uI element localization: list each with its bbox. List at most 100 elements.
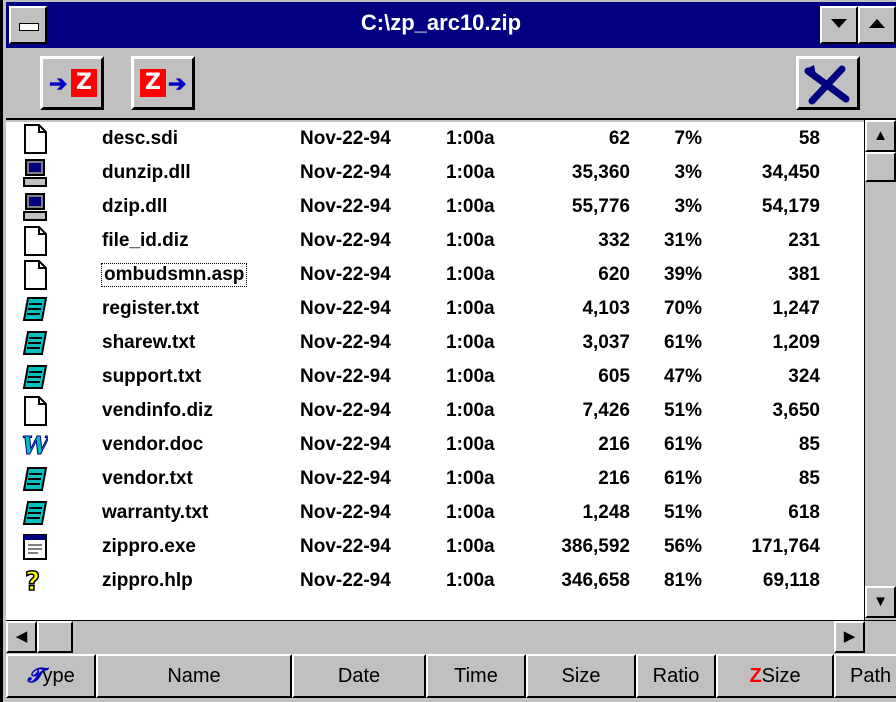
computer-icon [22,158,48,188]
title-bar[interactable]: C:\zp_arc10.zip [6,2,896,48]
cell-ratio: 39% [663,264,702,285]
table-row[interactable]: ? zippro.hlp Nov-22-94 1:00a 346,658 81% 69,11… [6,564,866,598]
extract-from-zip-button[interactable]: Z ➔ [131,56,195,110]
cell-time: 1:00a [446,264,495,285]
cell-date: Nov-22-94 [300,196,391,217]
cell-size: 55,776 [571,196,630,217]
column-zsize[interactable]: ZSize [716,654,834,698]
column-size[interactable]: Size [526,654,636,698]
table-row[interactable]: vendinfo.diz Nov-22-94 1:00a 7,426 51% 3,650 [6,394,866,428]
cell-ratio: 47% [663,366,702,387]
cell-date: Nov-22-94 [300,468,391,489]
table-row[interactable]: register.txt Nov-22-94 1:00a 4,103 70% 1,247 [6,292,866,326]
cell-name: zippro.hlp [102,570,193,591]
cell-time: 1:00a [446,468,495,489]
h-scroll-thumb[interactable] [37,621,73,653]
notepad-icon [22,294,48,324]
notepad-icon [22,464,48,494]
cell-date: Nov-22-94 [300,230,391,251]
arrow-up-icon[interactable]: ▲ [865,120,896,152]
cell-zsize: 85 [798,434,820,455]
svg-text:W: W [22,431,48,460]
cell-date: Nov-22-94 [300,298,391,319]
cell-time: 1:00a [446,434,495,455]
table-row[interactable]: ombudsmn.asp Nov-22-94 1:00a 620 39% 381 [6,258,866,292]
cell-name: sharew.txt [102,332,196,353]
cell-name: dunzip.dll [102,162,191,183]
zip-icon: Z [71,69,97,97]
cell-zsize: 381 [788,264,820,285]
type-icon: 𝓣 [27,665,43,687]
cell-time: 1:00a [446,536,495,557]
arrow-left-icon[interactable]: ◀ [6,621,37,653]
cell-size: 4,103 [582,298,630,319]
cell-size: 216 [598,468,630,489]
table-row[interactable]: zippro.exe Nov-22-94 1:00a 386,592 56% 171,76… [6,530,866,564]
svg-text:?: ? [25,567,40,596]
table-row[interactable]: Wvendor.doc Nov-22-94 1:00a 216 61% 85 [6,428,866,462]
cell-size: 62 [608,128,630,149]
column-path[interactable]: Path [834,654,896,698]
table-row[interactable]: dzip.dll Nov-22-94 1:00a 55,776 3% 54,179 [6,190,866,224]
minus-bar-icon [19,23,39,31]
cell-date: Nov-22-94 [300,434,391,455]
cell-zsize: 1,209 [772,332,820,353]
vertical-scrollbar[interactable]: ▲ ▼ [864,120,896,620]
arrow-right-icon[interactable]: ▶ [834,621,865,653]
cell-date: Nov-22-94 [300,162,391,183]
column-date[interactable]: Date [292,654,426,698]
cell-date: Nov-22-94 [300,570,391,591]
table-row[interactable]: dunzip.dll Nov-22-94 1:00a 35,360 3% 34,450 [6,156,866,190]
window-title: C:\zp_arc10.zip [360,10,522,35]
table-row[interactable]: file_id.diz Nov-22-94 1:00a 332 31% 231 [6,224,866,258]
cell-time: 1:00a [446,128,495,149]
cancel-button[interactable] [796,56,860,110]
add-to-zip-button[interactable]: ➔ Z [40,56,104,110]
cell-size: 7,426 [582,400,630,421]
cell-size: 605 [598,366,630,387]
cell-size: 1,248 [582,502,630,523]
column-name[interactable]: Name [96,654,292,698]
cell-ratio: 81% [663,570,702,591]
cell-name: desc.sdi [102,128,179,149]
cell-ratio: 61% [663,468,702,489]
cell-name: vendinfo.diz [102,400,213,421]
minimize-button[interactable] [820,6,858,44]
cell-time: 1:00a [446,570,495,591]
scroll-thumb[interactable] [865,152,896,182]
table-row[interactable]: support.txt Nov-22-94 1:00a 605 47% 324 [6,360,866,394]
horizontal-scrollbar[interactable]: ◀ ▶ [6,620,896,653]
cell-zsize: 1,247 [772,298,820,319]
arrow-down-icon[interactable]: ▼ [865,586,896,618]
file-list[interactable]: desc.sdi Nov-22-94 1:00a 62 7% 58 dunzip.dll No… [6,122,866,620]
exe-window-icon [22,532,48,562]
table-row[interactable]: sharew.txt Nov-22-94 1:00a 3,037 61% 1,209 [6,326,866,360]
maximize-button[interactable] [858,6,896,44]
column-time[interactable]: Time [426,654,526,698]
cell-size: 35,360 [571,162,630,183]
notepad-icon [22,328,48,358]
cell-name: support.txt [102,366,202,387]
column-type[interactable]: 𝓣ype [6,654,96,698]
cell-name: zippro.exe [102,536,196,557]
cell-zsize: 324 [788,366,820,387]
cell-zsize: 58 [798,128,820,149]
cell-name: vendor.txt [102,468,193,489]
cell-date: Nov-22-94 [300,366,391,387]
cell-date: Nov-22-94 [300,400,391,421]
notepad-icon [22,498,48,528]
system-menu-button[interactable] [9,6,47,44]
cell-date: Nov-22-94 [300,128,391,149]
cross-icon [804,65,850,105]
cell-time: 1:00a [446,298,495,319]
cell-time: 1:00a [446,332,495,353]
column-ratio[interactable]: Ratio [636,654,716,698]
cell-zsize: 34,450 [761,162,820,183]
table-row[interactable]: desc.sdi Nov-22-94 1:00a 62 7% 58 [6,122,866,156]
table-row[interactable]: vendor.txt Nov-22-94 1:00a 216 61% 85 [6,462,866,496]
cell-ratio: 3% [674,196,702,217]
cell-zsize: 618 [788,502,820,523]
table-row[interactable]: warranty.txt Nov-22-94 1:00a 1,248 51% 618 [6,496,866,530]
cell-ratio: 51% [663,502,702,523]
cell-zsize: 69,118 [762,570,820,591]
